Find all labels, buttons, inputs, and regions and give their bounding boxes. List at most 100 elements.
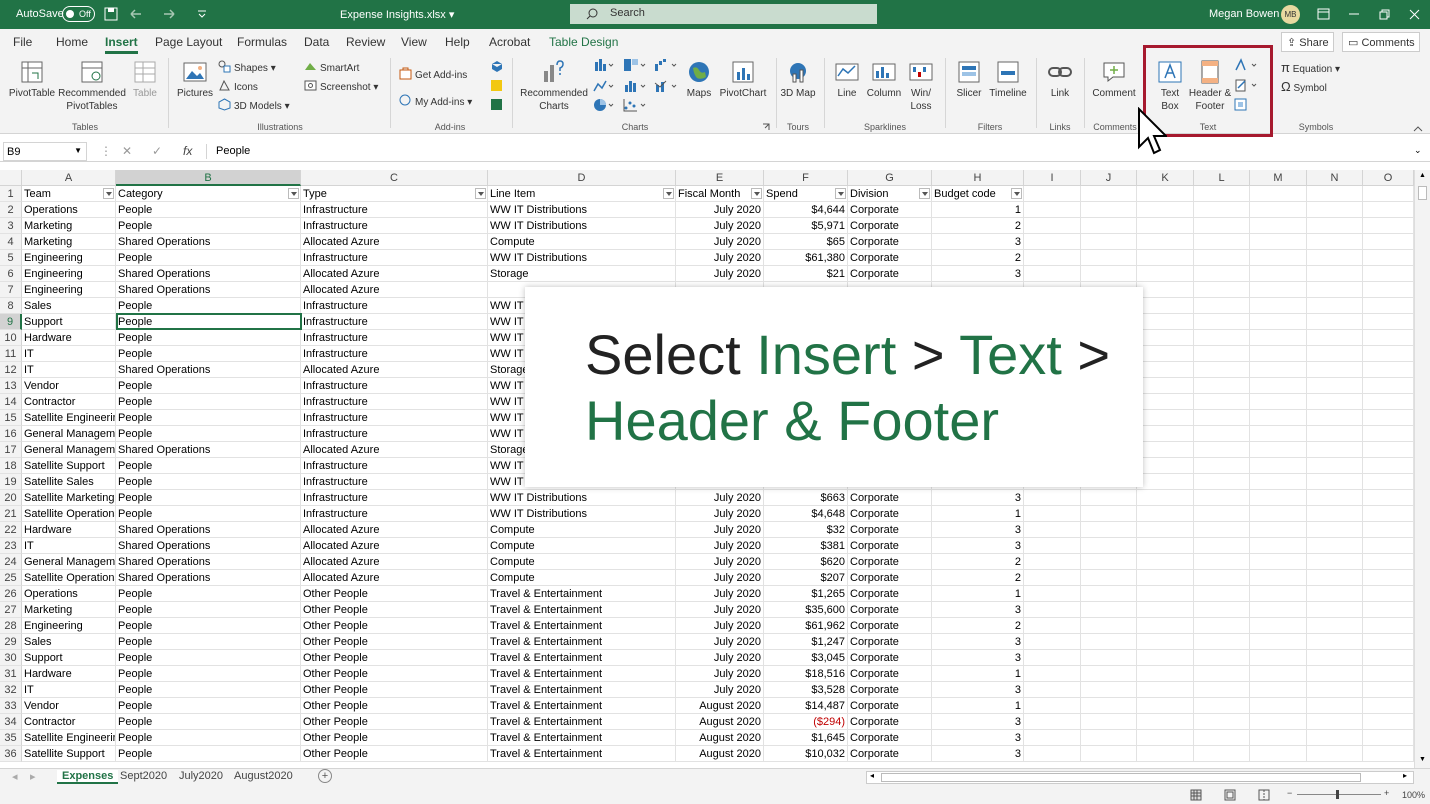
zoom-in-icon[interactable]: + bbox=[1384, 788, 1389, 798]
table-cell[interactable]: 1 bbox=[932, 586, 1024, 602]
vertical-scroll-thumb[interactable] bbox=[1418, 186, 1427, 200]
table-cell[interactable] bbox=[1081, 522, 1137, 538]
table-cell[interactable]: Shared Operations bbox=[116, 538, 301, 554]
table-cell[interactable] bbox=[1250, 442, 1307, 458]
table-cell[interactable] bbox=[1194, 458, 1250, 474]
table-cell[interactable]: 3 bbox=[932, 602, 1024, 618]
recommended-pivottables-button[interactable]: Recommended PivotTables bbox=[58, 59, 126, 113]
table-cell[interactable]: 2 bbox=[932, 618, 1024, 634]
table-cell[interactable]: Corporate bbox=[848, 218, 932, 234]
table-cell[interactable]: Contractor bbox=[22, 714, 116, 730]
table-cell[interactable] bbox=[1137, 282, 1194, 298]
table-cell[interactable] bbox=[1363, 474, 1414, 490]
table-cell[interactable]: Infrastructure bbox=[301, 202, 488, 218]
column-header-l[interactable]: L bbox=[1194, 170, 1250, 186]
table-cell[interactable]: IT bbox=[22, 346, 116, 362]
recommended-charts-button[interactable]: Recommended Charts bbox=[518, 59, 590, 113]
table-cell[interactable]: Allocated Azure bbox=[301, 234, 488, 250]
table-cell[interactable]: People bbox=[116, 602, 301, 618]
table-cell[interactable] bbox=[1250, 714, 1307, 730]
table-cell[interactable]: Corporate bbox=[848, 746, 932, 762]
normal-view-icon[interactable] bbox=[1190, 789, 1202, 801]
cancel-icon[interactable]: ✕ bbox=[122, 144, 132, 158]
table-cell[interactable] bbox=[1194, 746, 1250, 762]
table-cell[interactable] bbox=[1250, 522, 1307, 538]
table-cell[interactable]: August 2020 bbox=[676, 730, 764, 746]
table-cell[interactable] bbox=[1081, 666, 1137, 682]
table-cell[interactable]: $4,644 bbox=[764, 202, 848, 218]
table-cell[interactable] bbox=[1307, 202, 1363, 218]
table-cell[interactable] bbox=[1194, 474, 1250, 490]
column-header-c[interactable]: C bbox=[301, 170, 488, 186]
table-cell[interactable]: Travel & Entertainment bbox=[488, 666, 676, 682]
table-cell[interactable]: 3 bbox=[932, 634, 1024, 650]
table-cell[interactable]: WW IT Distributions bbox=[488, 506, 676, 522]
table-cell[interactable]: People bbox=[116, 650, 301, 666]
table-cell[interactable] bbox=[1194, 218, 1250, 234]
table-cell[interactable] bbox=[1250, 618, 1307, 634]
table-cell[interactable]: 3 bbox=[932, 490, 1024, 506]
table-cell[interactable] bbox=[1081, 714, 1137, 730]
table-cell[interactable] bbox=[1194, 602, 1250, 618]
table-cell[interactable]: $3,045 bbox=[764, 650, 848, 666]
table-cell[interactable] bbox=[1307, 650, 1363, 666]
table-cell[interactable] bbox=[1024, 634, 1081, 650]
table-cell[interactable] bbox=[1363, 442, 1414, 458]
table-cell[interactable] bbox=[1024, 506, 1081, 522]
table-cell[interactable]: People bbox=[116, 634, 301, 650]
row-header-4[interactable]: 4 bbox=[0, 234, 22, 250]
table-cell[interactable] bbox=[1194, 378, 1250, 394]
table-cell[interactable] bbox=[1194, 394, 1250, 410]
table-cell[interactable] bbox=[1081, 618, 1137, 634]
table-cell[interactable] bbox=[1250, 362, 1307, 378]
filter-dropdown-icon[interactable] bbox=[103, 188, 114, 199]
table-cell[interactable] bbox=[1363, 378, 1414, 394]
table-header-cell[interactable]: Category bbox=[116, 186, 301, 202]
table-cell[interactable]: Marketing bbox=[22, 218, 116, 234]
table-cell[interactable] bbox=[1307, 314, 1363, 330]
table-cell[interactable] bbox=[1137, 202, 1194, 218]
table-cell[interactable]: Corporate bbox=[848, 554, 932, 570]
table-cell[interactable] bbox=[1250, 298, 1307, 314]
table-cell[interactable]: 3 bbox=[932, 714, 1024, 730]
table-header-cell[interactable]: Budget code bbox=[932, 186, 1024, 202]
table-cell[interactable]: Corporate bbox=[848, 634, 932, 650]
table-cell[interactable]: Corporate bbox=[848, 250, 932, 266]
table-cell[interactable]: Corporate bbox=[848, 730, 932, 746]
table-cell[interactable]: Compute bbox=[488, 554, 676, 570]
table-cell[interactable]: Operations bbox=[22, 586, 116, 602]
filter-dropdown-icon[interactable] bbox=[835, 188, 846, 199]
addin-bing-icon[interactable] bbox=[490, 79, 503, 92]
pivotchart-button[interactable]: PivotChart bbox=[716, 59, 770, 100]
table-cell[interactable]: Sales bbox=[22, 634, 116, 650]
filter-dropdown-icon[interactable] bbox=[475, 188, 486, 199]
table-cell[interactable]: Travel & Entertainment bbox=[488, 682, 676, 698]
table-cell[interactable] bbox=[1363, 458, 1414, 474]
table-cell[interactable]: People bbox=[116, 218, 301, 234]
table-cell[interactable]: People bbox=[116, 394, 301, 410]
table-cell[interactable] bbox=[1194, 538, 1250, 554]
table-cell[interactable] bbox=[1024, 250, 1081, 266]
table-cell[interactable] bbox=[1250, 378, 1307, 394]
table-cell[interactable]: Allocated Azure bbox=[301, 266, 488, 282]
table-cell[interactable]: $663 bbox=[764, 490, 848, 506]
table-cell[interactable] bbox=[1250, 474, 1307, 490]
table-cell[interactable]: Satellite Engineering bbox=[22, 410, 116, 426]
table-cell[interactable]: Travel & Entertainment bbox=[488, 602, 676, 618]
tab-file[interactable]: File bbox=[13, 35, 32, 49]
table-cell[interactable]: Satellite Support bbox=[22, 746, 116, 762]
row-header-11[interactable]: 11 bbox=[0, 346, 22, 362]
table-cell[interactable] bbox=[1194, 666, 1250, 682]
horizontal-scroll-thumb[interactable] bbox=[881, 773, 1361, 782]
table-cell[interactable]: General Management bbox=[22, 554, 116, 570]
table-cell[interactable] bbox=[1363, 746, 1414, 762]
table-cell[interactable] bbox=[1024, 746, 1081, 762]
table-cell[interactable] bbox=[1250, 202, 1307, 218]
table-cell[interactable] bbox=[1194, 554, 1250, 570]
row-header-16[interactable]: 16 bbox=[0, 426, 22, 442]
zoom-slider[interactable] bbox=[1297, 794, 1381, 795]
table-cell[interactable]: Marketing bbox=[22, 602, 116, 618]
table-cell[interactable]: Corporate bbox=[848, 586, 932, 602]
row-header-9[interactable]: 9 bbox=[0, 314, 22, 330]
table-cell[interactable] bbox=[1137, 522, 1194, 538]
